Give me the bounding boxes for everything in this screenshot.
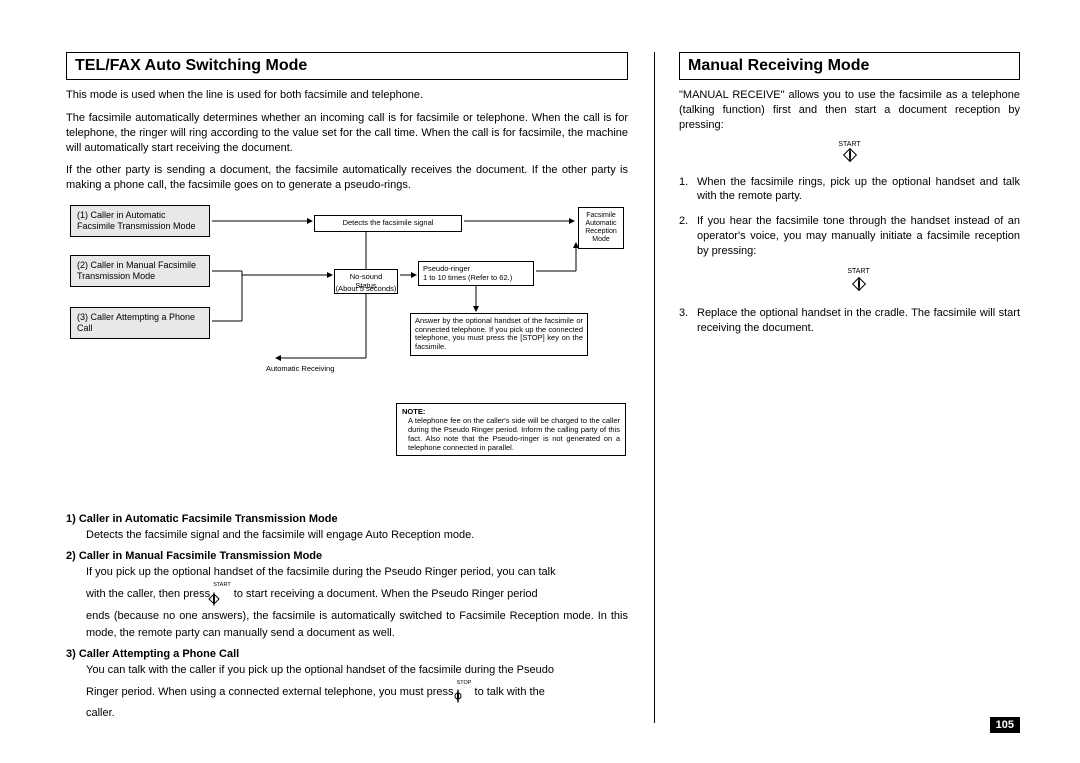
left-column: TEL/FAX Auto Switching Mode This mode is… <box>66 52 628 723</box>
item-2-line2a: with the caller, then press <box>86 588 213 600</box>
item-1-head: 1) Caller in Automatic Facsimile Transmi… <box>66 513 628 525</box>
diagram-box-1: (1) Caller in Automatic Facsimile Transm… <box>70 205 210 237</box>
stop-button-icon: STOP <box>457 679 472 706</box>
diagram-note-box: NOTE: A telephone fee on the caller's si… <box>396 403 626 456</box>
right-intro: "MANUAL RECEIVE" allows you to use the f… <box>679 88 1020 133</box>
item-3-line3: caller. <box>86 707 115 719</box>
right-steps: When the facsimile rings, pick up the op… <box>679 175 1020 336</box>
step-2: If you hear the facsimile tone through t… <box>679 214 1020 292</box>
step-3: Replace the optional handset in the crad… <box>679 306 1020 336</box>
item-2-line3: ends (because no one answers), the facsi… <box>86 610 628 639</box>
item-3-line2b: to talk with the <box>475 686 545 698</box>
start-button-icon: START <box>213 581 231 608</box>
item-2-head: 2) Caller in Manual Facsimile Transmissi… <box>66 550 628 562</box>
left-para-2: The facsimile automatically determines w… <box>66 111 628 156</box>
diagram-faxmode-box: Facsimile Automatic Reception Mode <box>578 207 624 249</box>
page-content: TEL/FAX Auto Switching Mode This mode is… <box>66 52 1020 723</box>
start-button-icon: START <box>838 141 860 161</box>
diagram-detect-box: Detects the facsimile signal <box>314 215 462 232</box>
diagram-answer-box: Answer by the optional handset of the fa… <box>410 313 588 356</box>
start-button-display-1: START <box>679 141 1020 161</box>
item-3-line2a: Ringer period. When using a connected ex… <box>86 686 457 698</box>
diagram-box-3: (3) Caller Attempting a Phone Call <box>70 307 210 339</box>
diagram-autorecv-label: Automatic Receiving <box>266 365 334 373</box>
left-para-3: If the other party is sending a document… <box>66 163 628 193</box>
step-1: When the facsimile rings, pick up the op… <box>679 175 1020 205</box>
diagram-pseudo-box: Pseudo-ringer 1 to 10 times (Refer to 62… <box>418 261 534 286</box>
page-number: 105 <box>990 717 1020 733</box>
start-button-icon: START <box>847 267 869 292</box>
diagram-box-2: (2) Caller in Manual Facsimile Transmiss… <box>70 255 210 287</box>
left-items: 1) Caller in Automatic Facsimile Transmi… <box>66 513 628 722</box>
flow-diagram: (1) Caller in Automatic Facsimile Transm… <box>66 203 628 503</box>
note-label: NOTE: <box>402 407 425 416</box>
item-2-line2b: to start receiving a document. When the … <box>234 588 538 600</box>
item-2-body: If you pick up the optional handset of t… <box>66 564 628 642</box>
right-column: Manual Receiving Mode "MANUAL RECEIVE" a… <box>654 52 1020 723</box>
item-2-line1: If you pick up the optional handset of t… <box>86 566 556 578</box>
item-3-head: 3) Caller Attempting a Phone Call <box>66 648 628 660</box>
note-text: A telephone fee on the caller's side wil… <box>402 416 620 452</box>
left-para-1: This mode is used when the line is used … <box>66 88 628 103</box>
section-title-left: TEL/FAX Auto Switching Mode <box>66 52 628 80</box>
item-1-body: Detects the facsimile signal and the fac… <box>66 527 628 544</box>
diagram-about5-label: (About 5 seconds) <box>334 285 398 293</box>
item-3-line1: You can talk with the caller if you pick… <box>86 664 554 676</box>
start-button-display-2: START <box>697 267 1020 292</box>
section-title-right: Manual Receiving Mode <box>679 52 1020 80</box>
item-3-body: You can talk with the caller if you pick… <box>66 662 628 723</box>
